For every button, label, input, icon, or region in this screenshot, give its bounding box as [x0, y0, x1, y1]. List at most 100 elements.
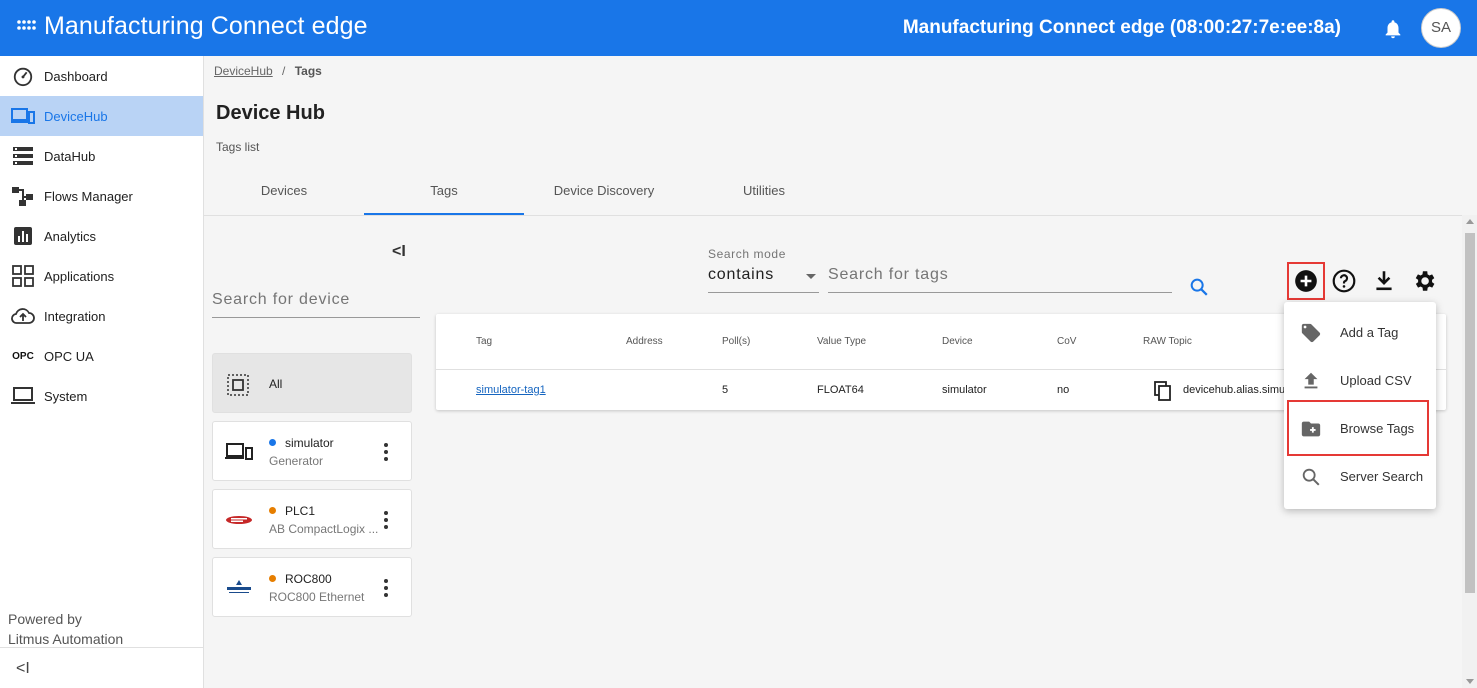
device-panel-collapse-button[interactable]: <I	[392, 243, 406, 261]
device-card-plc1[interactable]: PLC1 AB CompactLogix ...	[212, 489, 412, 549]
search-icon[interactable]	[1188, 276, 1210, 298]
breadcrumb-devicehub-link[interactable]: DeviceHub	[214, 64, 273, 78]
sidebar-item-analytics[interactable]: Analytics	[0, 216, 203, 256]
apps-grid-icon[interactable]	[16, 18, 36, 38]
column-header-value-type[interactable]: Value Type	[817, 336, 866, 347]
breadcrumb-current: Tags	[294, 64, 322, 78]
flows-icon	[11, 184, 35, 208]
column-header-tag[interactable]: Tag	[476, 336, 492, 347]
menu-item-server-search[interactable]: Server Search	[1284, 452, 1436, 500]
tag-device: simulator	[942, 384, 987, 396]
speedometer-icon	[11, 64, 35, 88]
device-driver: AB CompactLogix ...	[269, 522, 379, 536]
tab-utilities[interactable]: Utilities	[684, 170, 844, 215]
scroll-up-icon[interactable]	[1466, 219, 1474, 224]
more-vert-icon[interactable]	[383, 443, 389, 461]
sidebar: Dashboard DeviceHub DataHub Flows Manage…	[0, 56, 204, 688]
bell-icon[interactable]	[1382, 18, 1404, 40]
sidebar-item-dashboard[interactable]: Dashboard	[0, 56, 203, 96]
more-vert-icon[interactable]	[383, 579, 389, 597]
sidebar-item-flows-manager[interactable]: Flows Manager	[0, 176, 203, 216]
sidebar-item-label: Dashboard	[44, 68, 108, 84]
tab-tags[interactable]: Tags	[364, 170, 524, 215]
device-card-all[interactable]: All	[212, 353, 412, 413]
menu-item-label: Upload CSV	[1340, 373, 1412, 388]
status-dot	[269, 575, 276, 582]
device-card-simulator[interactable]: simulator Generator	[212, 421, 412, 481]
sidebar-item-label: OPC UA	[44, 348, 94, 364]
scrollbar-thumb[interactable]	[1465, 233, 1475, 593]
sidebar-item-datahub[interactable]: DataHub	[0, 136, 203, 176]
powered-line-1: Powered by	[8, 611, 82, 627]
sidebar-item-label: Analytics	[44, 228, 97, 244]
storage-icon	[11, 144, 35, 168]
tab-device-discovery[interactable]: Device Discovery	[524, 170, 684, 215]
devices-icon	[225, 443, 253, 460]
top-app-bar: Manufacturing Connect edge Manufacturing…	[0, 0, 1477, 56]
tag-poll: 5	[722, 384, 729, 396]
opc-text-icon: OPC	[11, 344, 35, 368]
sidebar-item-label: Flows Manager	[44, 188, 133, 204]
device-title: Manufacturing Connect edge (08:00:27:7e:…	[902, 17, 1341, 38]
tag-cov: no	[1057, 384, 1070, 396]
page-subtitle: Tags list	[216, 140, 260, 154]
laptop-icon	[11, 384, 35, 408]
column-header-poll[interactable]: Poll(s)	[722, 336, 750, 347]
opc-glyph: OPC	[12, 350, 34, 362]
page-title: Device Hub	[216, 102, 325, 124]
sidebar-item-integration[interactable]: Integration	[0, 296, 203, 336]
search-mode-select[interactable]: contains	[708, 266, 819, 293]
upload-icon	[1304, 372, 1318, 389]
sidebar-item-opc-ua[interactable]: OPC OPC UA	[0, 336, 203, 376]
emerson-logo-icon	[227, 580, 251, 593]
tab-devices[interactable]: Devices	[204, 170, 364, 215]
help-icon[interactable]	[1331, 268, 1357, 294]
tag-icon	[1301, 323, 1321, 343]
app-brand: Manufacturing Connect edge	[44, 12, 368, 40]
tag-name-link[interactable]: simulator-tag1	[476, 384, 546, 396]
device-driver: ROC800 Ethernet	[269, 590, 365, 604]
sidebar-item-devicehub[interactable]: DeviceHub	[0, 96, 203, 136]
device-card-roc800[interactable]: ROC800 ROC800 Ethernet	[212, 557, 412, 617]
breadcrumb: DeviceHub / Tags	[214, 64, 322, 78]
scroll-down-icon[interactable]	[1466, 679, 1474, 684]
apps-grid-icon	[11, 264, 35, 288]
sidebar-item-label: Applications	[44, 268, 115, 284]
analytics-icon	[11, 224, 35, 248]
sidebar-item-label: DeviceHub	[44, 108, 108, 124]
column-header-address[interactable]: Address	[626, 336, 663, 347]
more-vert-icon[interactable]	[383, 511, 389, 529]
menu-item-upload-csv[interactable]: Upload CSV	[1284, 356, 1436, 404]
download-icon[interactable]	[1371, 268, 1397, 294]
sidebar-item-label: DataHub	[44, 148, 96, 164]
search-mode-value: contains	[708, 266, 774, 283]
device-card-label: All	[269, 377, 283, 391]
sidebar-item-label: System	[44, 388, 88, 404]
tag-search-input[interactable]: Search for tags	[828, 266, 1172, 293]
device-name-text: simulator	[285, 436, 334, 450]
vertical-scrollbar[interactable]	[1462, 215, 1477, 688]
device-name: simulator	[269, 436, 334, 450]
device-driver: Generator	[269, 454, 324, 468]
column-header-raw-topic[interactable]: RAW Topic	[1143, 336, 1192, 347]
column-header-device[interactable]: Device	[942, 336, 973, 347]
select-all-icon	[227, 374, 249, 396]
device-name: ROC800	[269, 572, 332, 586]
copy-icon[interactable]	[1154, 381, 1172, 401]
status-dot	[269, 507, 276, 514]
devices-icon	[11, 104, 35, 128]
powered-by: Powered by Litmus Automation	[8, 609, 123, 649]
user-avatar[interactable]: SA	[1421, 8, 1461, 48]
sidebar-item-system[interactable]: System	[0, 376, 203, 416]
device-search-input[interactable]: Search for device	[212, 288, 420, 318]
sidebar-collapse-button[interactable]: <I	[0, 647, 203, 688]
gear-icon[interactable]	[1411, 268, 1437, 294]
sidebar-item-label: Integration	[44, 308, 106, 324]
tag-raw-topic: devicehub.alias.simu	[1183, 384, 1286, 396]
chevron-down-icon	[806, 274, 816, 279]
menu-item-add-tag[interactable]: Add a Tag	[1284, 308, 1436, 356]
column-header-cov[interactable]: CoV	[1057, 336, 1076, 347]
tag-value-type: FLOAT64	[817, 384, 864, 396]
sidebar-item-applications[interactable]: Applications	[0, 256, 203, 296]
device-name: PLC1	[269, 504, 315, 518]
